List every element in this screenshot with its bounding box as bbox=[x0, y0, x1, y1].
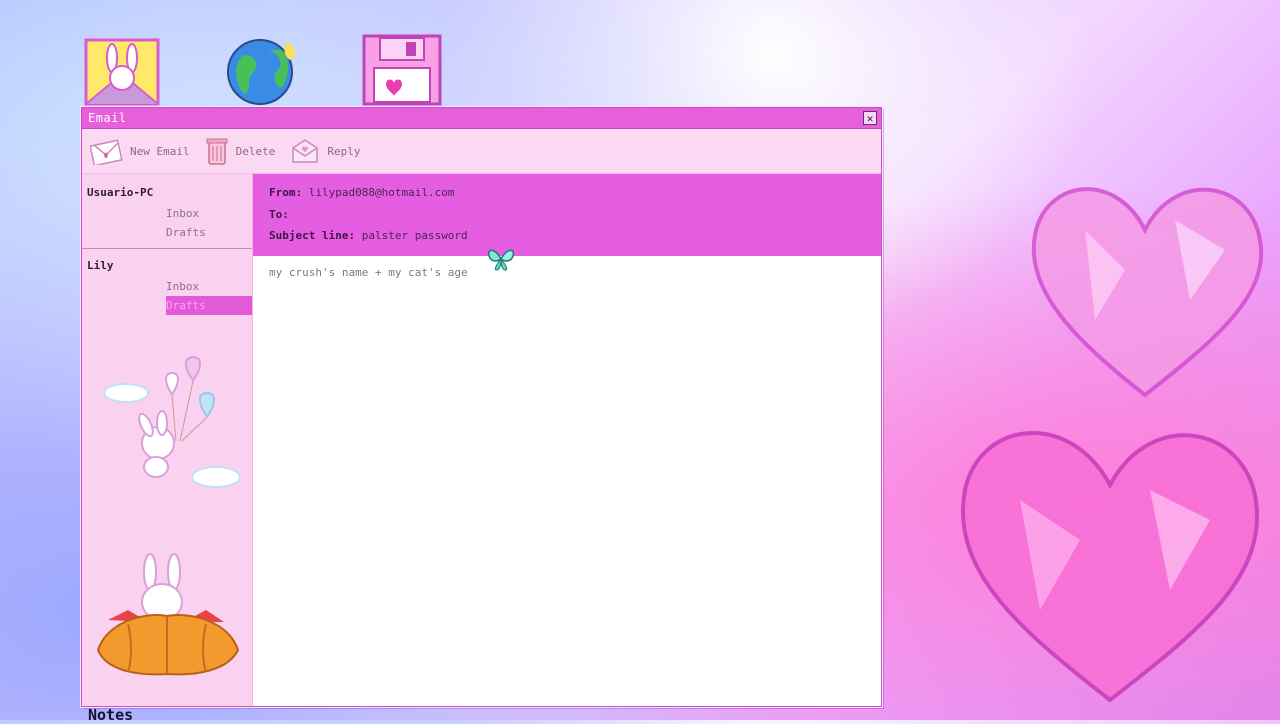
sidebar: Usuario-PC Inbox Drafts Lily Inbox Draft… bbox=[82, 174, 253, 706]
account-usuario-pc[interactable]: Usuario-PC bbox=[82, 186, 252, 199]
from-value[interactable]: lilypad088@hotmail.com bbox=[309, 186, 455, 199]
bunny-croissant-illustration bbox=[88, 550, 246, 684]
window-title: Email bbox=[88, 111, 127, 125]
floppy-disk-icon[interactable] bbox=[362, 34, 442, 106]
envelope-icon bbox=[90, 137, 124, 165]
account-lily[interactable]: Lily bbox=[82, 259, 252, 272]
from-row: From: lilypad088@hotmail.com bbox=[269, 186, 881, 208]
delete-label: Delete bbox=[235, 144, 276, 158]
bunny-mail-icon[interactable] bbox=[82, 34, 162, 106]
folder-inbox[interactable]: Inbox bbox=[82, 204, 252, 223]
delete-button[interactable]: Delete bbox=[204, 136, 276, 166]
folder-drafts[interactable]: Drafts bbox=[82, 223, 252, 242]
subject-label: Subject line: bbox=[269, 229, 356, 242]
subject-field[interactable]: palster password bbox=[362, 229, 468, 242]
message-body[interactable]: my crush's name + my cat's age bbox=[253, 256, 881, 289]
folder-drafts-selected[interactable]: Drafts bbox=[166, 296, 252, 315]
email-window: Email ✕ New Email Delete Reply Usuario-P… bbox=[81, 107, 882, 707]
butterfly-cursor-icon bbox=[485, 246, 517, 276]
reply-label: Reply bbox=[327, 144, 361, 158]
toolbar: New Email Delete Reply bbox=[82, 129, 881, 174]
reply-button[interactable]: Reply bbox=[289, 136, 360, 166]
from-label: From: bbox=[269, 186, 303, 199]
sidebar-divider bbox=[82, 248, 252, 249]
trash-icon bbox=[204, 136, 230, 166]
crystal-heart-decoration bbox=[940, 380, 1280, 720]
notes-desktop-label[interactable]: Notes bbox=[88, 706, 133, 724]
close-button[interactable]: ✕ bbox=[863, 111, 877, 125]
reply-envelope-icon bbox=[289, 136, 321, 166]
subject-row: Subject line: palster password bbox=[269, 229, 881, 251]
to-row: To: bbox=[269, 208, 881, 230]
message-header: From: lilypad088@hotmail.com To: Subject… bbox=[253, 174, 881, 256]
globe-icon[interactable] bbox=[222, 34, 302, 106]
message-pane: From: lilypad088@hotmail.com To: Subject… bbox=[253, 174, 881, 706]
folder-inbox[interactable]: Inbox bbox=[82, 277, 252, 296]
new-email-button[interactable]: New Email bbox=[90, 137, 190, 165]
new-email-label: New Email bbox=[130, 144, 190, 158]
title-bar[interactable]: Email ✕ bbox=[82, 108, 881, 129]
to-label: To: bbox=[269, 207, 289, 221]
bunny-balloons-illustration bbox=[96, 349, 246, 493]
crystal-heart-decoration bbox=[1015, 160, 1275, 410]
